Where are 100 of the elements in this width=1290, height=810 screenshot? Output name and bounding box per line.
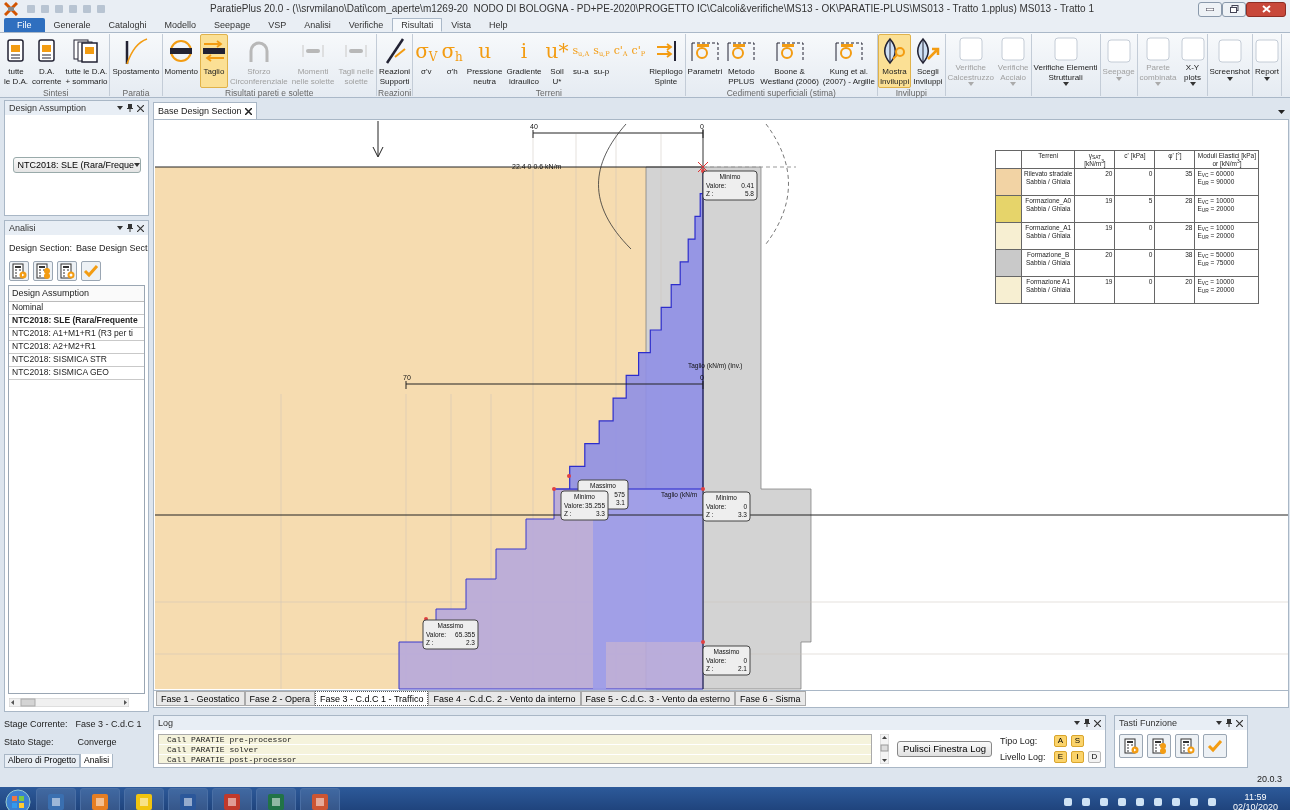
ribbon-button[interactable]: s$_{u,P}$ su-p bbox=[591, 34, 612, 88]
menu-tab[interactable]: Risultati bbox=[392, 18, 443, 32]
pin-icon[interactable] bbox=[127, 104, 133, 112]
ribbon-button[interactable]: Mostra Inviluppi bbox=[877, 34, 912, 88]
close-icon[interactable] bbox=[1094, 719, 1101, 727]
menu-tab[interactable]: Analisi bbox=[295, 18, 340, 32]
list-item[interactable]: NTC2018: A1+M1+R1 (R3 per ti bbox=[9, 327, 144, 341]
dropdown-arrow-icon[interactable] bbox=[1074, 721, 1080, 725]
clear-log-button[interactable]: Pulisci Finestra Log bbox=[897, 740, 992, 758]
horizontal-scrollbar[interactable] bbox=[9, 698, 129, 707]
toggle-button[interactable]: A bbox=[1054, 735, 1067, 747]
toggle-button[interactable]: E bbox=[1054, 751, 1067, 763]
ribbon-button[interactable]: Taglio bbox=[199, 34, 228, 88]
ribbon-button[interactable]: i Gradiente idraulico bbox=[504, 34, 544, 88]
close-icon[interactable] bbox=[137, 224, 144, 232]
taskbar-app[interactable] bbox=[80, 788, 120, 810]
taskbar-app[interactable] bbox=[300, 788, 340, 810]
toggle-button[interactable]: S bbox=[1071, 735, 1084, 747]
phase-tab[interactable]: Fase 6 - Sisma bbox=[735, 691, 806, 706]
dropdown-arrow-icon[interactable] bbox=[117, 106, 123, 110]
tray-icon[interactable] bbox=[1116, 797, 1127, 807]
dropdown-arrow-icon[interactable] bbox=[117, 226, 123, 230]
tool-button[interactable] bbox=[33, 261, 53, 282]
tray-icon[interactable] bbox=[1170, 797, 1181, 807]
phase-tab[interactable]: Fase 5 - C.d.C. 3 - Vento da esterno bbox=[580, 691, 736, 706]
pin-icon[interactable] bbox=[127, 224, 133, 232]
vertical-scrollbar[interactable] bbox=[880, 734, 890, 764]
ribbon-button[interactable]: D.A. corrente bbox=[30, 34, 64, 88]
panel-tab[interactable]: Analisi bbox=[80, 754, 114, 768]
phase-tab[interactable]: Fase 3 - C.d.C 1 - Traffico bbox=[315, 691, 429, 706]
tool-button[interactable] bbox=[1147, 734, 1171, 758]
toggle-button[interactable]: I bbox=[1071, 751, 1084, 763]
menu-tab[interactable]: Vista bbox=[442, 18, 481, 32]
menu-tab[interactable]: Help bbox=[480, 18, 517, 32]
close-icon[interactable] bbox=[1236, 719, 1243, 727]
tray-icon[interactable] bbox=[1062, 797, 1073, 807]
tray-icon[interactable] bbox=[1188, 797, 1199, 807]
close-button[interactable] bbox=[1246, 1, 1286, 17]
tool-button[interactable] bbox=[1119, 734, 1143, 758]
ribbon-button[interactable]: Verifiche Elementi Strutturali bbox=[1031, 34, 1100, 88]
phase-tab[interactable]: Fase 2 - Opera bbox=[244, 691, 316, 706]
table-header bbox=[995, 150, 1022, 169]
start-button[interactable] bbox=[4, 788, 32, 810]
close-icon[interactable] bbox=[244, 107, 252, 115]
toggle-button[interactable]: D bbox=[1088, 751, 1101, 763]
tray-icon[interactable] bbox=[1080, 797, 1091, 807]
ribbon-button[interactable]: Report bbox=[1253, 34, 1281, 88]
ribbon-button[interactable]: σ$_{V}$ σ'v bbox=[413, 34, 440, 88]
menu-tab[interactable]: Cataloghi bbox=[99, 18, 156, 32]
dropdown[interactable]: NTC2018: SLE (Rara/Freque bbox=[12, 156, 141, 174]
tool-button[interactable] bbox=[1175, 734, 1199, 758]
ribbon-button[interactable]: Scegli Inviluppi bbox=[911, 34, 945, 88]
menu-tab[interactable]: Generale bbox=[44, 18, 100, 32]
ribbon-button[interactable]: Spostamento bbox=[110, 34, 162, 88]
tray-icon[interactable] bbox=[1152, 797, 1163, 807]
taskbar-app[interactable] bbox=[212, 788, 252, 810]
list-item[interactable]: NTC2018: A2+M2+R1 bbox=[9, 340, 144, 354]
ribbon-button[interactable]: Kung et al. (2007) - Argille bbox=[820, 34, 877, 88]
ribbon-button[interactable]: u Pressione neutra bbox=[464, 34, 505, 88]
tool-button[interactable] bbox=[9, 261, 29, 282]
phase-tab[interactable]: Fase 4 - C.d.C. 2 - Vento da interno bbox=[428, 691, 581, 706]
phase-tab[interactable]: Fase 1 - Geostatico bbox=[156, 691, 245, 706]
menu-tab[interactable]: Seepage bbox=[205, 18, 260, 32]
list-item[interactable]: NTC2018: SISMICA GEO bbox=[9, 366, 144, 380]
tray-icon[interactable] bbox=[1134, 797, 1145, 807]
taskbar-app[interactable] bbox=[168, 788, 208, 810]
pin-icon[interactable] bbox=[1084, 719, 1090, 727]
taskbar-app[interactable] bbox=[256, 788, 296, 810]
ribbon-button[interactable]: X-Y plots bbox=[1178, 34, 1207, 88]
ribbon-button[interactable]: u* Soil U* bbox=[543, 34, 571, 88]
ribbon-button[interactable]: Boone & Westland (2006) bbox=[758, 34, 821, 88]
tray-icon[interactable] bbox=[1206, 797, 1217, 807]
dropdown-arrow-icon[interactable] bbox=[1216, 721, 1222, 725]
menu-tab[interactable]: File bbox=[4, 18, 45, 32]
menu-tab[interactable]: VSP bbox=[259, 18, 296, 32]
list-item[interactable]: NTC2018: SISMICA STR bbox=[9, 353, 144, 367]
menu-tab[interactable]: Modello bbox=[155, 18, 206, 32]
ribbon-button[interactable]: Momento bbox=[162, 34, 200, 88]
ribbon-button[interactable]: Metodo PPLUS bbox=[724, 34, 759, 88]
ribbon-button[interactable]: Riepilogo Spinte bbox=[647, 34, 685, 88]
taskbar-app[interactable] bbox=[124, 788, 164, 810]
pin-icon[interactable] bbox=[1226, 719, 1232, 727]
list-item[interactable]: Nominal bbox=[9, 301, 144, 315]
ribbon-button[interactable]: tutte le D.A. + sommario bbox=[63, 34, 110, 88]
ribbon-button[interactable]: tutte le D.A. bbox=[2, 34, 30, 88]
ribbon-button[interactable]: Reazioni Supporti bbox=[377, 34, 413, 88]
tool-button[interactable] bbox=[57, 261, 77, 282]
ribbon-button[interactable]: Parametri bbox=[685, 34, 725, 88]
document-tab[interactable]: Base Design Section bbox=[153, 102, 257, 119]
taskbar-app[interactable] bbox=[36, 788, 76, 810]
ribbon-button[interactable]: Screenshot bbox=[1207, 34, 1252, 88]
close-icon[interactable] bbox=[137, 104, 144, 112]
list-item[interactable]: NTC2018: SLE (Rara/Frequente bbox=[9, 314, 144, 328]
ribbon-button[interactable]: s$_{u,A}$ su-a bbox=[570, 34, 592, 88]
menu-tab[interactable]: Verifiche bbox=[339, 18, 393, 32]
dropdown-arrow-icon[interactable] bbox=[1278, 110, 1285, 114]
ribbon-button[interactable]: σ$_{h}$ σ'h bbox=[439, 34, 465, 88]
panel-tab[interactable]: Albero di Progetto bbox=[4, 754, 81, 768]
tray-icon[interactable] bbox=[1098, 797, 1109, 807]
restore-button[interactable] bbox=[1222, 1, 1246, 17]
